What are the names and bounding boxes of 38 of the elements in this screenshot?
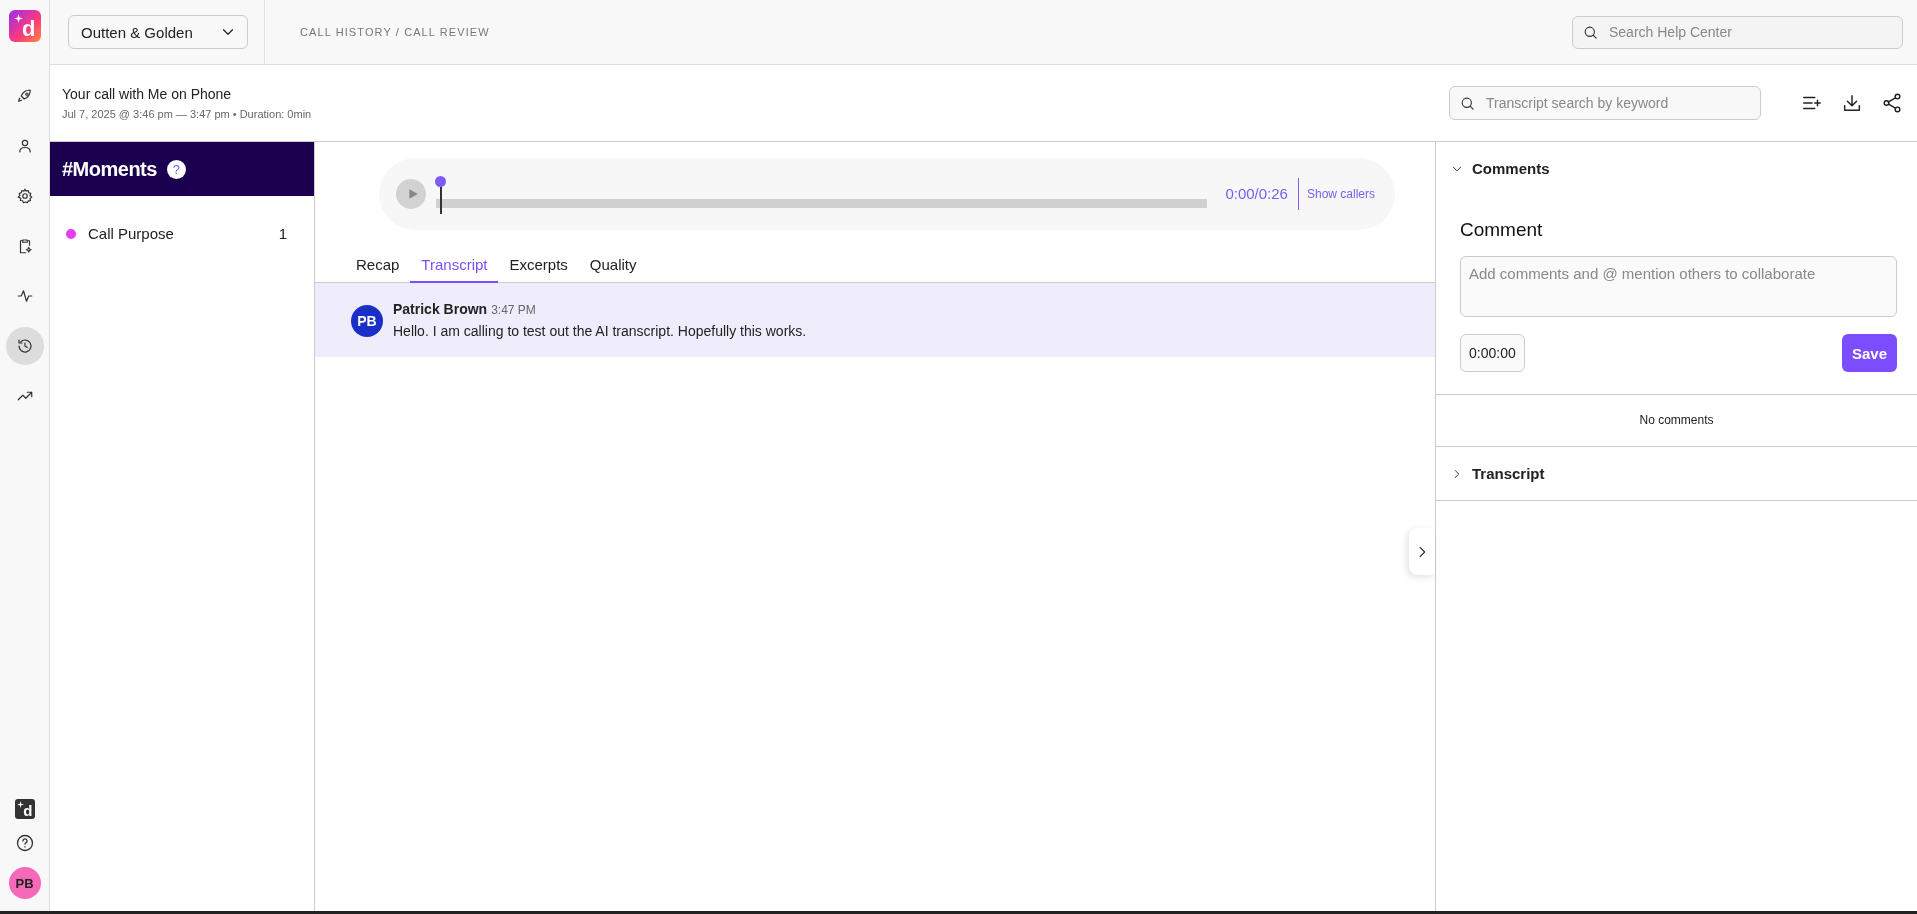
nav-button[interactable]	[5, 327, 44, 365]
timestamp-field[interactable]: 0:00:00	[1460, 334, 1525, 372]
help-icon[interactable]	[14, 833, 35, 853]
settings-icon	[15, 187, 34, 205]
timestamp: 3:47 PM	[491, 303, 536, 317]
save-button[interactable]: Save	[1842, 334, 1897, 372]
share-icon[interactable]	[1881, 92, 1903, 114]
rocket-icon	[15, 87, 34, 105]
moment-item[interactable]: Call Purpose 1	[50, 225, 314, 242]
tab[interactable]: Quality	[578, 250, 648, 283]
playhead-handle[interactable]	[435, 176, 447, 214]
workspace-dropdown[interactable]: Outten & Golden	[68, 15, 248, 49]
tab[interactable]: Recap	[345, 250, 411, 283]
speaker-name: Patrick Brown	[393, 301, 488, 317]
moments-title: #Moments	[62, 157, 157, 181]
section-toggle[interactable]: Comments	[1436, 142, 1917, 195]
user-avatar[interactable]: PB	[8, 867, 41, 899]
call-title: Your call with Me on Phone	[62, 86, 233, 102]
show-callers-link[interactable]: Show callers	[1306, 187, 1375, 201]
breadcrumb: CALL HISTORY / CALL REVIEW	[300, 26, 490, 38]
tab[interactable]: Excerpts	[498, 250, 579, 283]
pulse-icon	[15, 287, 34, 305]
comment-heading: Comment	[1460, 219, 1544, 241]
section-toggle[interactable]: Transcript	[1436, 447, 1917, 500]
download-icon[interactable]	[1841, 92, 1863, 114]
help-badge[interactable]: ?	[166, 159, 186, 179]
transcript-text: Hello. I am calling to test out the AI transcript. Hopefully this works.	[393, 323, 807, 339]
speaker-avatar: PB	[351, 305, 383, 337]
playback-time: 0:00/0:26	[1225, 178, 1299, 210]
empty-message: No comments	[1639, 413, 1714, 427]
history-icon	[15, 337, 34, 355]
play-button[interactable]	[396, 179, 426, 209]
transcript-search-field[interactable]: Transcript search by keyword	[1449, 86, 1761, 120]
search-field[interactable]: Search Help Center	[1572, 15, 1903, 49]
call-details: Jul 7, 2025 @ 3:46 pm — 3:47 pm • Duration: 0min	[62, 108, 313, 120]
app-badge-icon[interactable]: d	[14, 799, 35, 819]
comment-input[interactable]: Add comments and @ mention others to collaborate	[1460, 256, 1897, 317]
play-icon	[406, 188, 419, 200]
